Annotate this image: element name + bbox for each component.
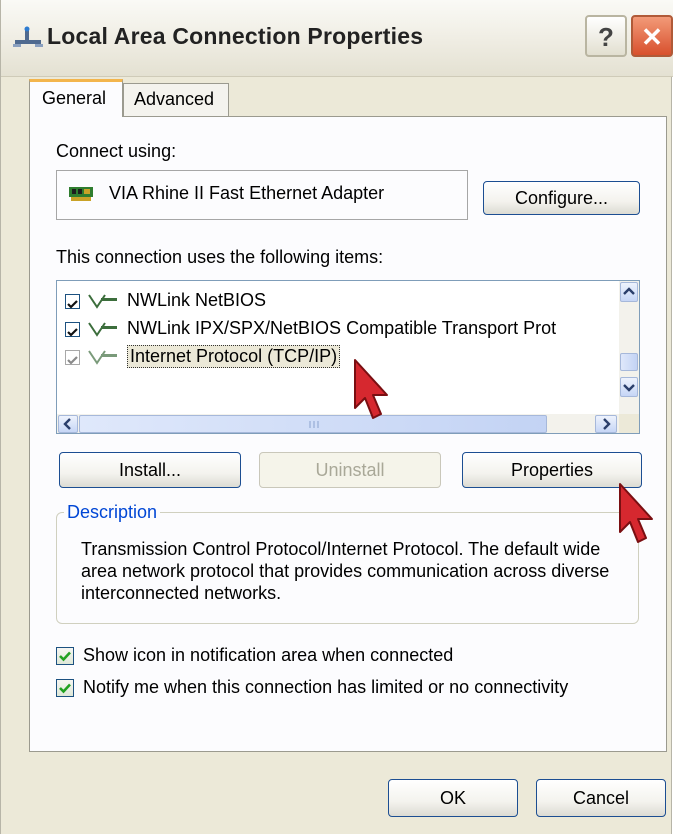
window-title: Local Area Connection Properties — [47, 23, 424, 49]
pointer-cursor-icon — [354, 359, 388, 419]
chevron-left-icon — [63, 418, 71, 430]
install-button[interactable]: Install... — [59, 452, 241, 488]
connect-using-label: Connect using: — [56, 141, 177, 161]
notify-checkbox[interactable] — [56, 679, 74, 697]
tab-advanced[interactable]: Advanced — [123, 83, 229, 116]
cancel-button[interactable]: Cancel — [536, 779, 666, 817]
grip-icon — [309, 421, 319, 428]
close-button[interactable]: ✕ — [631, 15, 673, 57]
scroll-right-button[interactable] — [595, 415, 617, 433]
checkmark-icon — [59, 683, 71, 694]
network-connection-icon — [13, 26, 43, 47]
items-list-label: This connection uses the following items… — [56, 247, 384, 267]
item-label: Internet Protocol (TCP/IP) — [127, 345, 341, 368]
checkmark-icon — [59, 651, 71, 662]
vertical-scroll-thumb[interactable] — [620, 353, 638, 371]
chevron-right-icon — [603, 418, 611, 430]
show-icon-checkbox[interactable] — [56, 647, 74, 665]
chevron-up-icon — [623, 287, 635, 295]
show-icon-label[interactable]: Show icon in notification area when conn… — [83, 645, 453, 666]
item-checkbox[interactable] — [65, 350, 80, 365]
adapter-display: VIA Rhine II Fast Ethernet Adapter — [56, 170, 468, 220]
item-label: NWLink NetBIOS — [127, 290, 267, 310]
scroll-left-button[interactable] — [58, 415, 78, 433]
scroll-up-button[interactable] — [620, 282, 638, 302]
description-text: Transmission Control Protocol/Internet P… — [81, 539, 610, 603]
item-checkbox[interactable] — [65, 322, 80, 337]
help-button[interactable]: ? — [585, 15, 627, 57]
chevron-down-icon — [623, 384, 635, 392]
network-component-icon — [88, 322, 117, 337]
configure-button[interactable]: Configure... — [483, 181, 640, 215]
network-adapter-icon — [69, 187, 93, 201]
uninstall-button[interactable]: Uninstall — [259, 452, 441, 488]
tab-general[interactable]: General — [29, 79, 123, 117]
network-component-icon — [88, 350, 117, 365]
checkmark-icon — [67, 328, 78, 337]
horizontal-scrollbar[interactable] — [57, 414, 619, 433]
horizontal-scroll-thumb[interactable] — [79, 415, 547, 433]
vertical-scrollbar[interactable] — [619, 281, 639, 416]
notify-label[interactable]: Notify me when this connection has limit… — [83, 677, 568, 698]
network-component-icon — [88, 294, 117, 309]
pointer-cursor-icon — [619, 483, 653, 543]
checkmark-icon — [67, 300, 78, 309]
checkmark-icon — [67, 356, 78, 365]
item-label: NWLink IPX/SPX/NetBIOS Compatible Transp… — [127, 318, 557, 338]
title-bar[interactable]: Local Area Connection Properties ? ✕ — [1, 0, 673, 77]
adapter-name: VIA Rhine II Fast Ethernet Adapter — [109, 183, 385, 203]
scroll-down-button[interactable] — [620, 377, 638, 397]
scrollbar-corner — [619, 414, 639, 433]
properties-dialog: Local Area Connection Properties ? ✕ Gen… — [0, 0, 673, 834]
description-legend: Description — [64, 502, 161, 523]
ok-button[interactable]: OK — [388, 779, 518, 817]
item-checkbox[interactable] — [65, 294, 80, 309]
